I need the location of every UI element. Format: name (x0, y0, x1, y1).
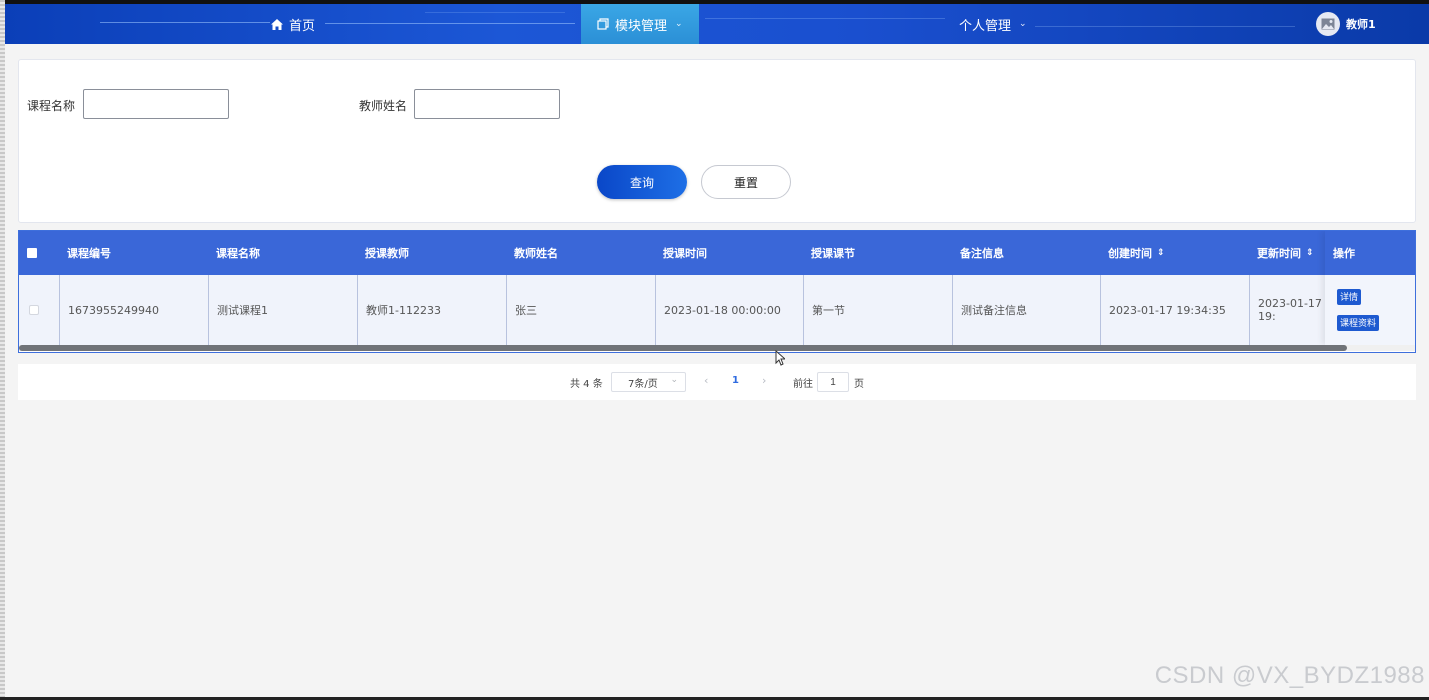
row-checkbox-cell (19, 275, 60, 345)
nav-module-label: 模块管理 (615, 18, 668, 34)
horizontal-scrollbar[interactable] (19, 345, 1347, 351)
image-icon (1321, 18, 1335, 30)
query-button[interactable]: 查询 (597, 165, 687, 199)
select-all-checkbox[interactable] (27, 248, 37, 258)
column-header-label: 备注信息 (960, 247, 1004, 260)
avatar (1316, 12, 1340, 36)
cell-lesson-section: 第一节 (804, 275, 953, 345)
nav-module-management[interactable]: 模块管理 ⌄ (581, 4, 699, 44)
table-header: 课程编号 课程名称 授课教师 教师姓名 授课时间 授课课节 备注信息 创建时间 ⇕… (19, 231, 1415, 275)
column-header-label: 授课教师 (365, 247, 409, 260)
cell-teacher-name: 张三 (507, 275, 656, 345)
column-header-teacher-name: 教师姓名 (506, 231, 558, 275)
column-header-course-id: 课程编号 (59, 231, 111, 275)
nav-decor-line (325, 23, 575, 24)
table-row: 1673955249940 测试课程1 教师1-112233 张三 2023-0… (19, 275, 1415, 345)
prev-page-icon[interactable]: ‹ (704, 374, 708, 387)
column-header-lesson-section: 授课课节 (803, 231, 855, 275)
nav-home-label: 首页 (289, 18, 316, 34)
detail-button[interactable]: 详情 (1337, 289, 1362, 305)
watermark: CSDN @VX_BYDZ1988 (1154, 662, 1425, 689)
column-header-remark: 备注信息 (952, 231, 1004, 275)
column-header-created[interactable]: 创建时间 ⇕ (1100, 231, 1165, 275)
column-header-label: 课程名称 (216, 247, 260, 260)
column-header-teacher: 授课教师 (357, 231, 409, 275)
nav-decor-line (425, 12, 565, 13)
copy-icon (597, 18, 609, 30)
reset-button[interactable]: 重置 (701, 165, 791, 199)
page-number-current[interactable]: 1 (732, 375, 739, 386)
user-name: 教师1 (1346, 18, 1376, 31)
nav-personal-label: 个人管理 (959, 18, 1012, 34)
sort-icon[interactable]: ⇕ (1306, 248, 1314, 258)
teacher-name-input[interactable] (414, 89, 560, 119)
column-header-label: 授课时间 (663, 247, 707, 260)
search-panel: 课程名称 教师姓名 查询 重置 (18, 59, 1416, 223)
column-header-label: 教师姓名 (514, 247, 558, 260)
chevron-down-icon: ⌄ (675, 19, 683, 29)
next-page-icon[interactable]: › (762, 374, 766, 387)
course-name-input[interactable] (83, 89, 229, 119)
cell-course-id: 1673955249940 (60, 275, 209, 345)
chevron-down-icon: ⌄ (670, 375, 678, 385)
nav-decor-line (705, 18, 945, 19)
course-name-label: 课程名称 (27, 99, 76, 113)
sort-icon[interactable]: ⇕ (1157, 248, 1165, 258)
column-header-label: 授课课节 (811, 247, 855, 260)
column-header-course-name: 课程名称 (208, 231, 260, 275)
column-header-label: 课程编号 (67, 247, 111, 260)
mouse-cursor-icon (775, 350, 785, 366)
column-header-lesson-time: 授课时间 (655, 231, 707, 275)
cell-course-name: 测试课程1 (209, 275, 358, 345)
pagination: 共 4 条 7条/页 ⌄ ‹ 1 › 前往 页 (18, 364, 1416, 400)
page-size-select[interactable]: 7条/页 ⌄ (611, 372, 686, 392)
page-suffix: 页 (854, 379, 864, 390)
user-menu[interactable]: 教师1 (1316, 4, 1376, 44)
cell-lesson-time: 2023-01-18 00:00:00 (656, 275, 804, 345)
column-header-label: 更新时间 (1257, 247, 1301, 260)
top-navbar: 首页 模块管理 ⌄ 个人管理 ⌄ 教师1 (5, 4, 1429, 44)
window-left-edge (0, 0, 5, 700)
home-icon (271, 18, 283, 30)
row-checkbox[interactable] (29, 305, 39, 315)
cell-teacher: 教师1-112233 (358, 275, 507, 345)
nav-decor-line (100, 22, 270, 23)
column-header-updated[interactable]: 更新时间 ⇕ (1249, 231, 1314, 275)
nav-decor-line (1035, 26, 1295, 27)
column-header-label: 创建时间 (1108, 247, 1152, 260)
cell-created: 2023-01-17 19:34:35 (1101, 275, 1250, 345)
total-count: 共 4 条 (570, 379, 603, 390)
goto-label: 前往 (793, 379, 813, 390)
chevron-down-icon: ⌄ (1019, 19, 1027, 29)
column-header-actions: 操作 (1325, 231, 1415, 275)
goto-page-input[interactable] (817, 372, 849, 392)
nav-personal-management[interactable]: 个人管理 ⌄ (959, 4, 1027, 44)
nav-home[interactable]: 首页 (271, 4, 315, 44)
cell-updated: 2023-01-17 19: (1258, 297, 1322, 323)
actions-column: 操作 详情 课程资料 (1325, 231, 1415, 345)
cell-remark: 测试备注信息 (953, 275, 1101, 345)
page-size-value: 7条/页 (628, 378, 658, 390)
course-materials-button[interactable]: 课程资料 (1337, 315, 1380, 331)
teacher-name-label: 教师姓名 (359, 99, 408, 113)
data-table: 课程编号 课程名称 授课教师 教师姓名 授课时间 授课课节 备注信息 创建时间 ⇕… (18, 230, 1416, 353)
